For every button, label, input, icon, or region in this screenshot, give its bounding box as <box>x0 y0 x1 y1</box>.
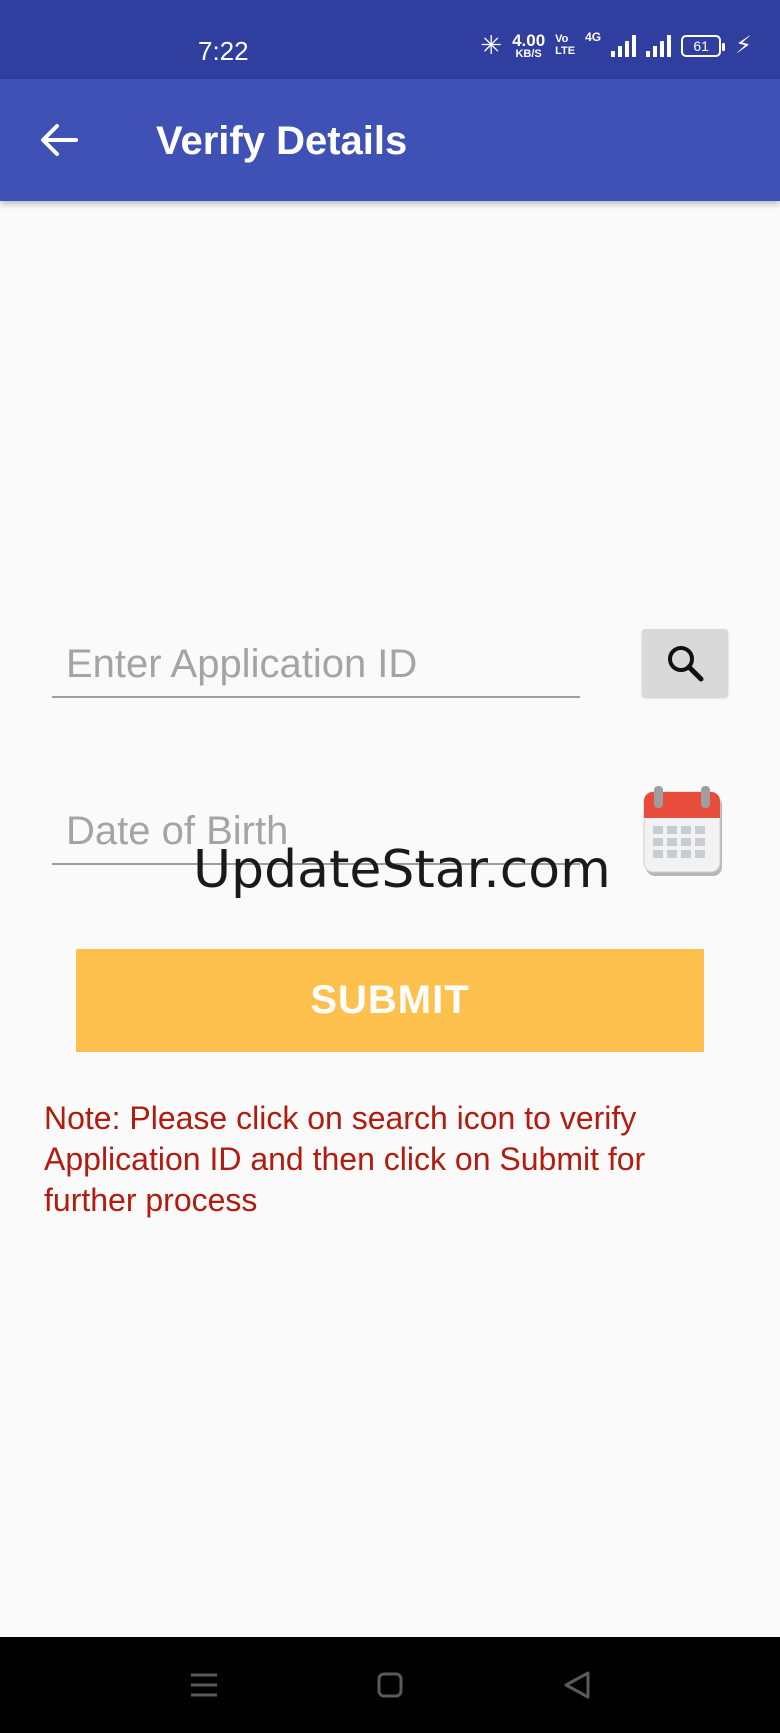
watermark: UpdateStar.com <box>193 840 611 900</box>
status-icons: ✳ 4.00 KB/S Vo LTE 4G 61 ⚡︎ <box>480 30 752 61</box>
volte-icon: Vo LTE <box>555 32 576 57</box>
nav-home-button[interactable] <box>368 1665 412 1705</box>
submit-button[interactable]: SUBMIT <box>76 949 704 1052</box>
bluetooth-icon: ✳ <box>480 30 503 60</box>
status-time: 7:22 <box>198 36 249 66</box>
app-bar: Verify Details <box>0 79 780 201</box>
back-triangle-icon <box>564 1671 590 1699</box>
nav-back-button[interactable] <box>555 1665 599 1705</box>
network-speed: 4.00 KB/S <box>512 32 545 60</box>
signal-bars-icon-1 <box>611 34 637 57</box>
back-button[interactable] <box>36 117 82 163</box>
search-button[interactable] <box>642 629 728 697</box>
note-text: Note: Please click on search icon to ver… <box>44 1100 646 1218</box>
page-title: Verify Details <box>156 119 408 163</box>
signal-type-label: 4G <box>585 30 602 44</box>
charging-icon: ⚡︎ <box>735 32 752 59</box>
arrow-back-icon <box>41 124 78 156</box>
application-id-underline <box>52 696 580 698</box>
search-icon <box>668 646 704 682</box>
signal-bars-icon-2 <box>646 34 672 57</box>
nav-bar <box>0 1637 780 1733</box>
volte-bottom: LTE <box>555 44 576 57</box>
home-square-icon <box>377 1672 403 1698</box>
battery-level: 61 <box>693 37 709 54</box>
calendar-icon <box>643 786 722 876</box>
application-id-input[interactable] <box>52 630 580 698</box>
application-id-field <box>52 630 580 698</box>
volte-top: Vo <box>555 32 569 45</box>
calendar-button[interactable] <box>640 784 728 880</box>
battery-icon: 61 <box>681 34 726 57</box>
network-speed-unit: KB/S <box>515 47 542 60</box>
menu-icon <box>191 1673 217 1697</box>
nav-menu-button[interactable] <box>182 1665 226 1705</box>
network-speed-value: 4.00 <box>512 30 546 50</box>
status-bar: 7:22 ✳ 4.00 KB/S Vo LTE 4G 61 ⚡︎ <box>0 0 780 79</box>
